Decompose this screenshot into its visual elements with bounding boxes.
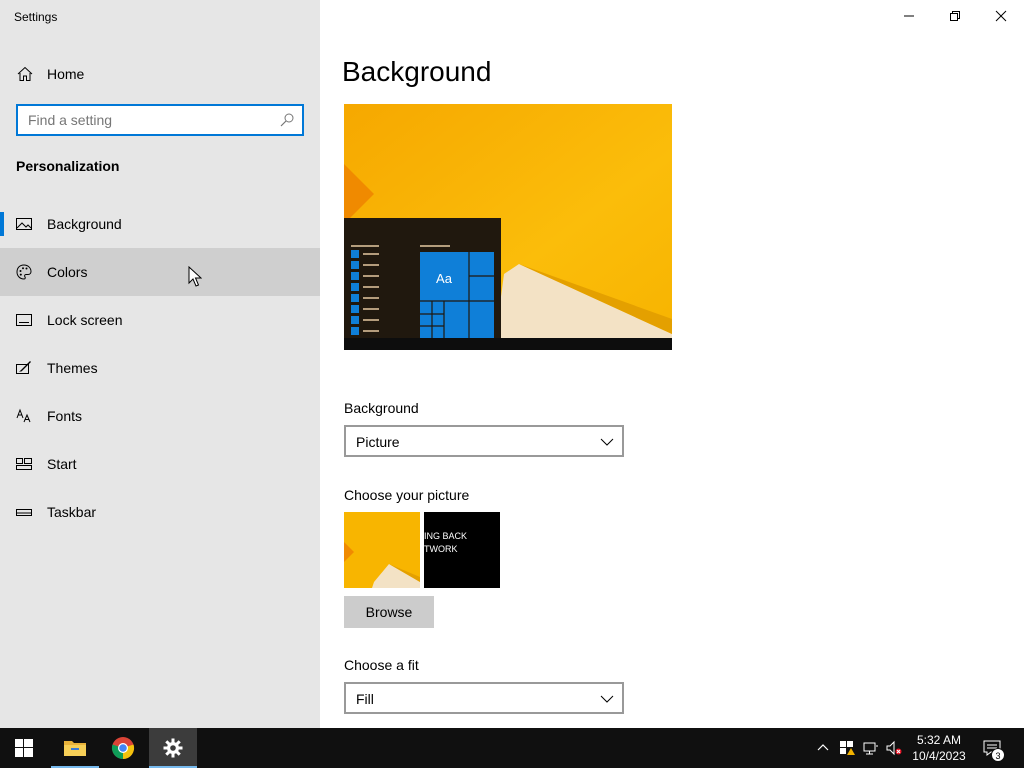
sidebar-item-taskbar[interactable]: Taskbar	[0, 488, 320, 536]
start-icon	[16, 458, 32, 470]
sidebar-item-colors[interactable]: Colors	[0, 248, 320, 296]
taskbar: 5:32 AM 10/4/2023 3	[0, 728, 1024, 768]
wallpaper-thumbnail-image	[344, 512, 420, 588]
section-title: Personalization	[16, 158, 120, 174]
sidebar-item-label: Lock screen	[47, 312, 123, 328]
picture-thumbnail-1[interactable]	[344, 512, 420, 588]
fit-dropdown-value: Fill	[356, 691, 374, 707]
notification-count-badge: 3	[991, 748, 1005, 762]
app-title: Settings	[14, 10, 58, 24]
choose-fit-label: Choose a fit	[344, 657, 419, 673]
thumbnail-text: ING BACK	[424, 531, 468, 541]
sidebar-item-label: Taskbar	[47, 504, 97, 520]
close-button[interactable]	[978, 0, 1024, 32]
sidebar-item-background[interactable]: Background	[0, 200, 320, 248]
minimize-button[interactable]	[886, 0, 932, 32]
background-label: Background	[344, 400, 419, 416]
thumbnail-text: TWORK	[424, 544, 458, 554]
selection-indicator	[0, 212, 4, 236]
minimize-icon	[904, 15, 914, 17]
folder-icon	[64, 741, 86, 756]
start-button[interactable]	[0, 728, 48, 768]
search-input[interactable]	[18, 106, 258, 134]
fonts-icon	[16, 408, 31, 423]
mouse-cursor-icon	[188, 266, 202, 287]
chrome-button[interactable]	[99, 728, 147, 768]
settings-taskbar-button[interactable]	[149, 728, 197, 768]
home-label: Home	[47, 66, 85, 82]
background-dropdown[interactable]: Picture	[344, 425, 624, 457]
main-panel: Background Aa Background Picture Choose …	[320, 0, 1024, 728]
sidebar-item-start[interactable]: Start	[0, 440, 320, 488]
browse-button[interactable]: Browse	[344, 596, 434, 628]
volume-muted-icon[interactable]	[886, 740, 902, 756]
security-warning-icon[interactable]	[839, 740, 855, 756]
chevron-down-icon	[600, 438, 614, 446]
home-icon	[17, 66, 33, 81]
chrome-icon	[111, 737, 135, 760]
sidebar-item-themes[interactable]: Themes	[0, 344, 320, 392]
sidebar-item-label: Background	[47, 216, 122, 232]
sidebar-item-fonts[interactable]: Fonts	[0, 392, 320, 440]
close-icon	[995, 10, 1007, 22]
restore-icon	[950, 11, 960, 21]
preview-tile-label: Aa	[436, 271, 453, 286]
home-nav-item[interactable]: Home	[0, 56, 320, 90]
wallpaper-preview-image: Aa	[344, 104, 672, 350]
choose-picture-label: Choose your picture	[344, 487, 470, 503]
network-icon[interactable]	[863, 740, 879, 756]
picture-thumbnail-2[interactable]: ING BACK TWORK	[424, 512, 500, 588]
fit-dropdown[interactable]: Fill	[344, 682, 624, 714]
chevron-up-icon[interactable]	[815, 740, 831, 756]
sidebar-item-label: Colors	[47, 264, 88, 280]
lock-screen-icon	[16, 314, 32, 326]
palette-icon	[16, 264, 32, 280]
page-title: Background	[342, 56, 492, 87]
background-dropdown-value: Picture	[356, 434, 400, 450]
picture-icon	[16, 218, 32, 230]
windows-logo-icon	[15, 739, 33, 757]
clock-date: 10/4/2023	[912, 749, 966, 763]
clock[interactable]: 5:32 AM 10/4/2023	[906, 732, 972, 764]
background-preview: Aa	[344, 104, 672, 350]
file-explorer-button[interactable]	[51, 728, 99, 768]
sidebar-item-label: Fonts	[47, 408, 83, 424]
sidebar: Settings Home Personalization Background	[0, 0, 320, 728]
restore-button[interactable]	[932, 0, 978, 32]
sidebar-item-label: Start	[47, 456, 77, 472]
gear-icon	[163, 738, 183, 758]
taskbar-icon	[16, 509, 32, 516]
sidebar-item-lock-screen[interactable]: Lock screen	[0, 296, 320, 344]
clock-time: 5:32 AM	[916, 733, 962, 747]
search-box[interactable]	[16, 104, 304, 136]
themes-icon	[16, 361, 31, 374]
search-icon[interactable]	[280, 113, 294, 127]
sidebar-item-label: Themes	[47, 360, 98, 376]
chevron-down-icon	[600, 695, 614, 703]
